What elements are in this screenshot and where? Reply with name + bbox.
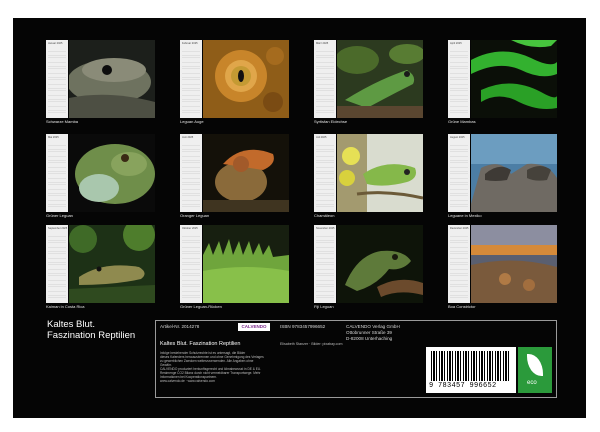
mini-calendar: August 2025 xyxy=(448,134,470,212)
month-label: Oktober 2025 xyxy=(182,227,198,230)
photo-chameleon xyxy=(337,134,423,212)
title-line-2: Faszination Reptilien xyxy=(47,330,136,341)
month-tile: November 2025 Fiji Leguan xyxy=(314,225,423,309)
mini-calendar: Februar 2025 xyxy=(180,40,202,118)
month-tile: Juni 2025 Oranger Leguan xyxy=(180,134,289,218)
month-caption: Leguane in Mexiko xyxy=(448,213,482,218)
month-grid: Januar 2025 Schwarze Mamba Februar 2025 … xyxy=(46,40,557,309)
month-label: April 2025 xyxy=(450,42,462,45)
title-line-1: Kaltes Blut. xyxy=(47,319,96,330)
month-caption: Grüner Leguan-Rücken xyxy=(180,304,222,309)
month-tile: Dezember 2025 Boa Constrictor xyxy=(448,225,557,309)
publisher-address: CALVENDO Verlag GmbH Ottobrunner Straße 3… xyxy=(346,324,400,341)
calvendo-logo: CALVENDO xyxy=(238,323,270,331)
month-label: Dezember 2025 xyxy=(450,227,469,230)
month-label: August 2025 xyxy=(450,136,465,139)
month-caption: Oranger Leguan xyxy=(180,213,210,218)
month-caption: Grüne Mambas xyxy=(448,119,476,124)
month-tile: März 2025 Syrtisfan Eidechse xyxy=(314,40,423,124)
month-caption: Syrtisfan Eidechse xyxy=(314,119,348,124)
photo-green-iguana xyxy=(69,134,155,212)
month-label: September 2025 xyxy=(48,227,68,230)
month-caption: Grüner Leguan xyxy=(46,213,73,218)
mini-calendar: Januar 2025 xyxy=(46,40,68,118)
month-caption: Fiji Leguan xyxy=(314,304,334,309)
imprint-box: Artikel-Nr. 2014278 CALVENDO Kaltes Blut… xyxy=(155,320,557,398)
mini-calendar: Juni 2025 xyxy=(180,134,202,212)
photo-iguana-eye xyxy=(203,40,289,118)
month-tile: April 2025 Grüne Mambas xyxy=(448,40,557,124)
month-tile: Oktober 2025 Grüner Leguan-Rücken xyxy=(180,225,289,309)
month-caption: Schwarze Mamba xyxy=(46,119,79,124)
month-label: Januar 2025 xyxy=(48,42,63,45)
photo-iguana-back xyxy=(203,225,289,303)
legal-text: Infolge bestehender Schutzrechte ist es … xyxy=(160,351,264,383)
month-tile: Februar 2025 Leguan Auge xyxy=(180,40,289,124)
photo-boa-constrictor xyxy=(471,225,557,303)
month-label: November 2025 xyxy=(316,227,335,230)
month-label: März 2025 xyxy=(316,42,329,45)
mini-calendar: Oktober 2025 xyxy=(180,225,202,303)
month-tile: Mai 2025 Grüner Leguan xyxy=(46,134,155,218)
month-label: Mai 2025 xyxy=(48,136,59,139)
photo-green-mambas xyxy=(471,40,557,118)
photo-caiman xyxy=(69,225,155,303)
isbn: ISBN 9783457996652 xyxy=(280,324,326,329)
article-number: Artikel-Nr. 2014278 xyxy=(160,324,200,329)
month-caption: Leguan Auge xyxy=(180,119,204,124)
month-label: Februar 2025 xyxy=(182,42,198,45)
mini-calendar: Dezember 2025 xyxy=(448,225,470,303)
month-caption: Chamäleon xyxy=(314,213,335,218)
leaf-icon xyxy=(527,354,543,376)
barcode-number: 9 783457 996652 xyxy=(429,382,497,390)
photo-lizard xyxy=(337,40,423,118)
mini-calendar: März 2025 xyxy=(314,40,336,118)
month-tile: Januar 2025 Schwarze Mamba xyxy=(46,40,155,124)
month-label: Juni 2025 xyxy=(182,136,194,139)
photo-iguanas-mexico xyxy=(471,134,557,212)
month-tile: Juli 2025 Chamäleon xyxy=(314,134,423,218)
photo-orange-iguana xyxy=(203,134,289,212)
photo-black-mamba xyxy=(69,40,155,118)
eco-badge: eco xyxy=(518,347,552,393)
month-tile: September 2025 Kaiman in Costa Rica xyxy=(46,225,155,309)
eco-label: eco xyxy=(527,380,537,386)
product-title: Kaltes Blut. Faszination Reptilien xyxy=(160,341,241,347)
calendar-title: Kaltes Blut. Faszination Reptilien xyxy=(47,319,135,341)
mini-calendar: Juli 2025 xyxy=(314,134,336,212)
month-caption: Kaiman in Costa Rica xyxy=(46,304,85,309)
month-caption: Boa Constrictor xyxy=(448,304,476,309)
month-label: Juli 2025 xyxy=(316,136,327,139)
mini-calendar: September 2025 xyxy=(46,225,68,303)
author-credit: Elisabeth Stanzer · Bilder: pixabay.com xyxy=(280,342,343,346)
ean-barcode: 9 783457 996652 xyxy=(426,347,516,393)
photo-fiji-iguana xyxy=(337,225,423,303)
mini-calendar: November 2025 xyxy=(314,225,336,303)
month-tile: August 2025 Leguane in Mexiko xyxy=(448,134,557,218)
mini-calendar: April 2025 xyxy=(448,40,470,118)
mini-calendar: Mai 2025 xyxy=(46,134,68,212)
